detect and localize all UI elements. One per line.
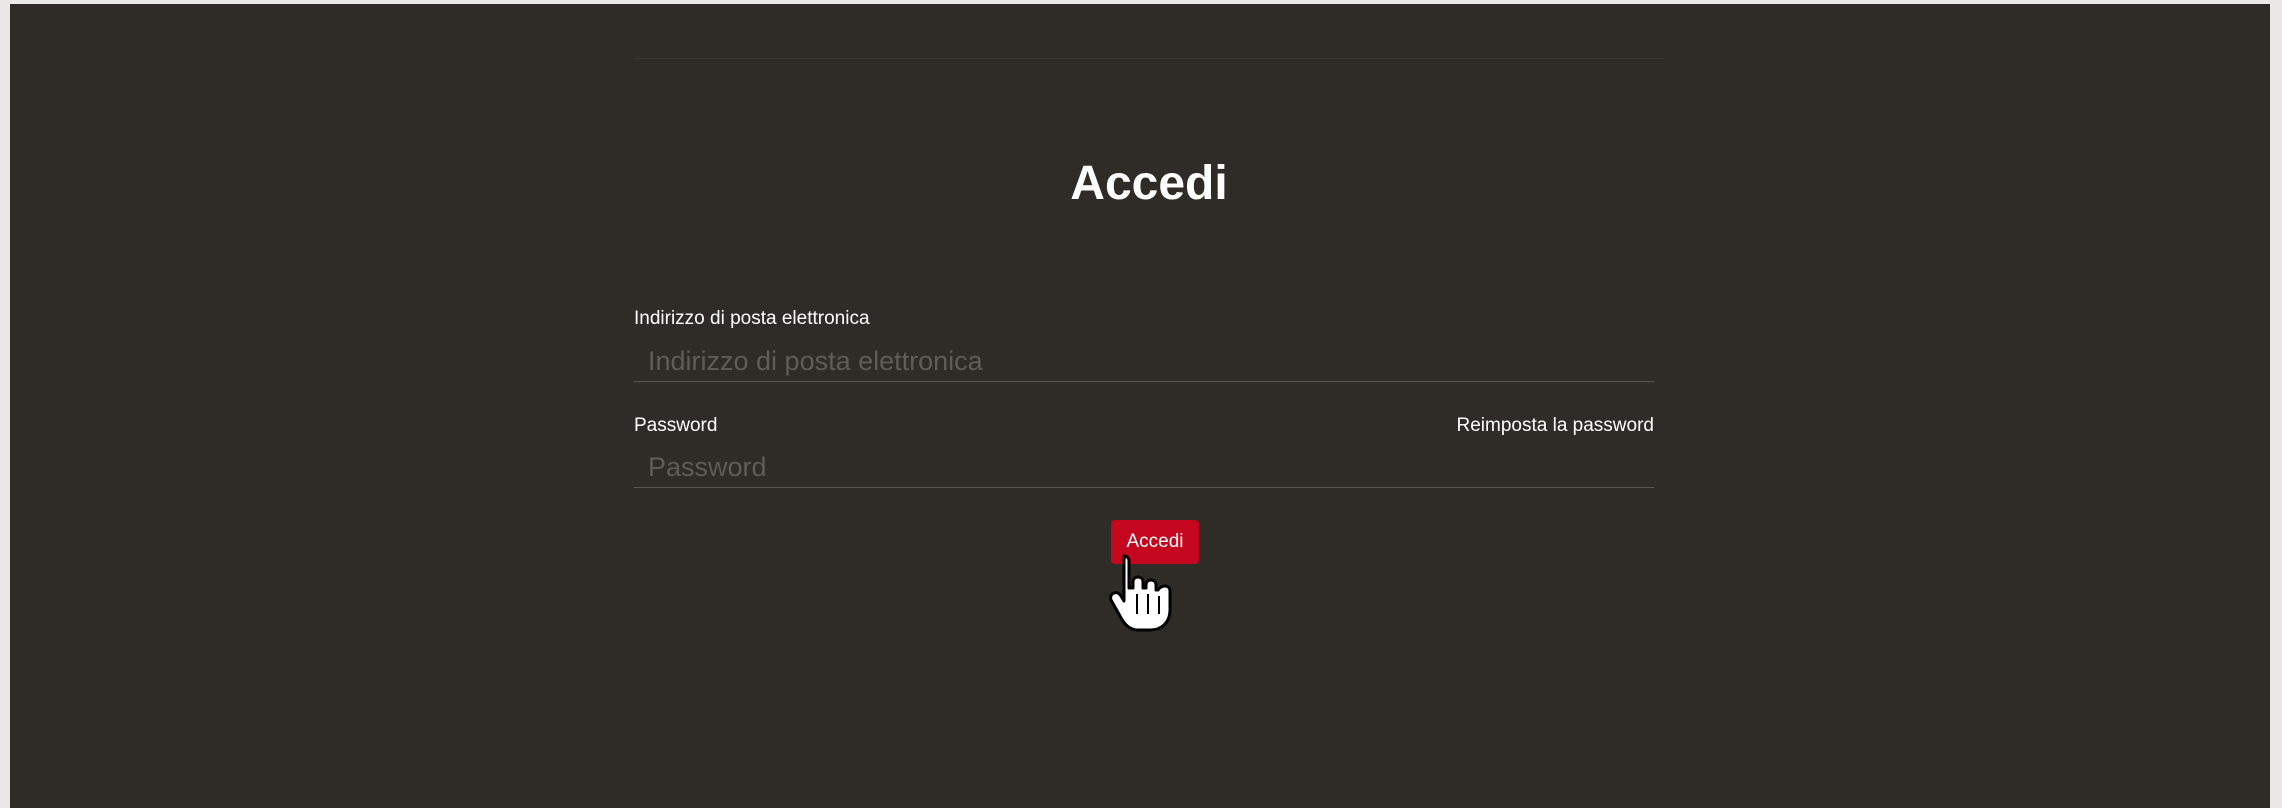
password-label: Password xyxy=(634,415,718,436)
header-divider xyxy=(634,58,1664,59)
page-title: Accedi xyxy=(1070,157,1228,210)
hand-pointer-cursor-icon xyxy=(1109,554,1172,632)
password-field[interactable] xyxy=(634,448,1654,488)
email-label: Indirizzo di posta elettronica xyxy=(634,308,870,329)
email-field[interactable] xyxy=(634,342,1654,382)
page-background: Accedi Indirizzo di posta elettronica Pa… xyxy=(10,4,2270,808)
reset-password-link[interactable]: Reimposta la password xyxy=(1457,414,1654,438)
